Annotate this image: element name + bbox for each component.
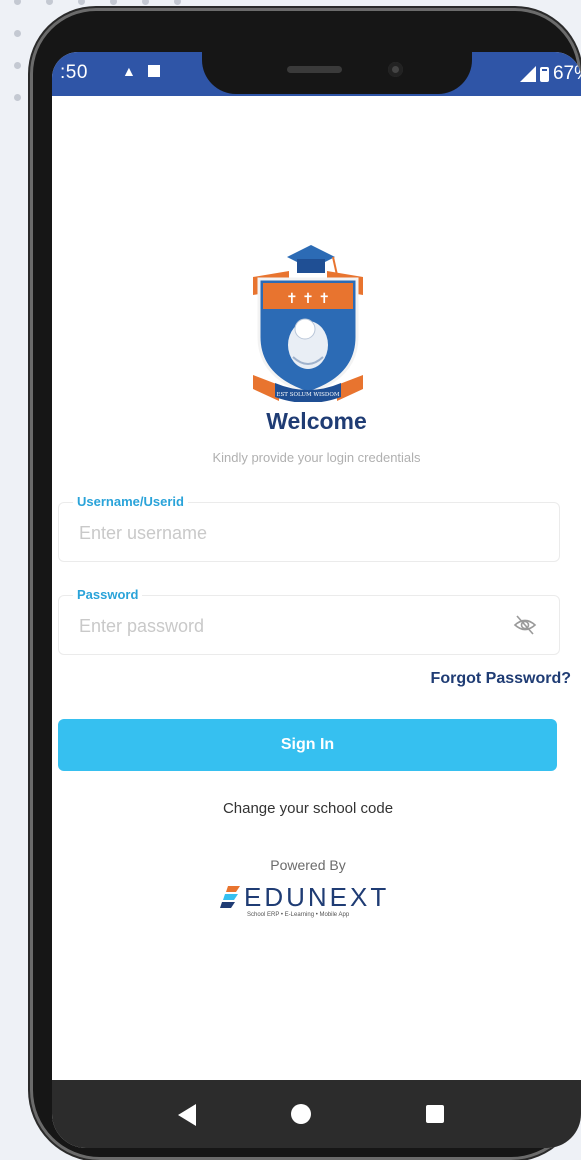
school-crest-logo: ✝ ✝ ✝ EST SOLUM WISDOM (253, 245, 363, 402)
back-triangle-icon[interactable] (178, 1104, 196, 1126)
powered-by-label: Powered By (270, 857, 346, 873)
username-input[interactable] (77, 517, 481, 549)
welcome-heading: Welcome (266, 408, 367, 434)
recent-apps-square-icon[interactable] (426, 1105, 444, 1123)
phone-screen: :50 ▲ 67% ✝ (52, 52, 581, 1148)
phone-frame: :50 ▲ 67% ✝ (30, 8, 581, 1160)
android-nav-bar (52, 1080, 581, 1148)
username-label: Username/Userid (73, 494, 188, 509)
edunext-tagline: School ERP • E-Learning • Mobile App (247, 912, 350, 918)
battery-icon (539, 66, 549, 82)
sign-in-button[interactable]: Sign In (58, 719, 557, 771)
status-right: 67% (519, 63, 581, 85)
password-field[interactable]: Password (58, 587, 560, 655)
password-input[interactable] (77, 610, 481, 642)
eye-off-icon[interactable] (513, 614, 537, 636)
battery-percent: 67% (552, 63, 581, 84)
front-camera (388, 62, 403, 77)
signal-icon (519, 66, 536, 82)
crest-motto: EST SOLUM WISDOM (277, 392, 340, 398)
speaker-grille (287, 66, 342, 73)
home-circle-icon[interactable] (291, 1104, 311, 1124)
change-school-code-link[interactable]: Change your school code (52, 800, 564, 817)
edunext-wordmark: EDUNEXT (244, 882, 390, 912)
edunext-logo: EDUNEXT School ERP • E-Learning • Mobile… (220, 882, 410, 924)
username-field[interactable]: Username/Userid (58, 494, 560, 562)
svg-text:✝ ✝ ✝: ✝ ✝ ✝ (286, 291, 330, 307)
camera-notch (202, 52, 472, 94)
login-subtitle: Kindly provide your login credentials (212, 450, 421, 465)
image-notification-icon (147, 65, 160, 77)
notification-icon: ▲ (122, 63, 136, 79)
edunext-mark-icon (220, 886, 240, 908)
status-time: :50 (60, 62, 88, 83)
password-label: Password (73, 587, 143, 602)
status-notification-icons: ▲ (122, 63, 160, 79)
forgot-password-link[interactable]: Forgot Password? (431, 670, 571, 688)
